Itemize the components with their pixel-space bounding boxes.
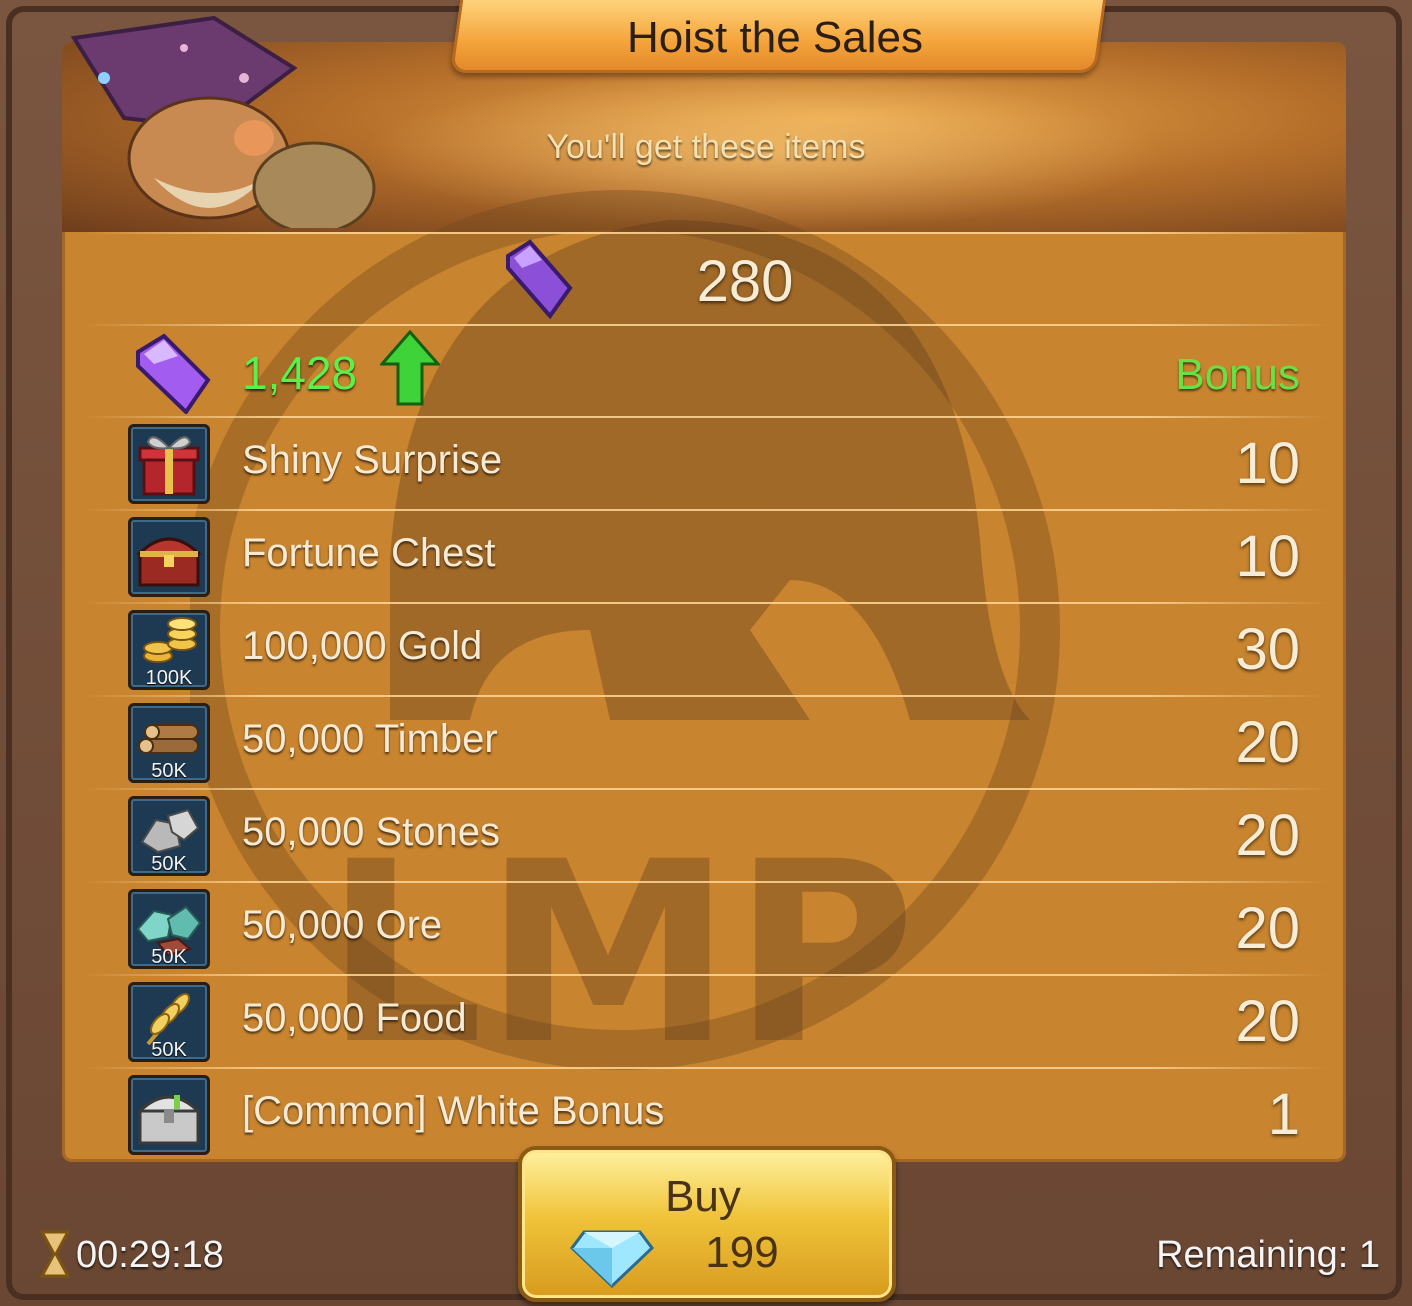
- item-count: 20: [1235, 803, 1300, 868]
- list-item: 100K 100,000 Gold 30: [128, 606, 1300, 694]
- buy-price: 199: [705, 1228, 779, 1277]
- purple-gem-icon: [136, 333, 211, 414]
- item-count: 20: [1235, 896, 1300, 961]
- divider: [80, 416, 1330, 418]
- remaining-count: Remaining: 1: [1156, 1234, 1380, 1276]
- list-item: Shiny Surprise 10: [128, 420, 1300, 508]
- item-name: 50,000 Timber: [242, 717, 498, 761]
- list-item: 50K 50,000 Food 20: [128, 978, 1300, 1066]
- divider: [80, 232, 1330, 234]
- divider: [80, 974, 1330, 976]
- ore-icon: 50K: [128, 889, 210, 969]
- item-quantity-badge: 50K: [151, 946, 187, 968]
- buy-button-label: Buy: [665, 1172, 741, 1221]
- list-item: 50K 50,000 Stones 20: [128, 792, 1300, 880]
- hourglass-icon: [39, 1230, 71, 1278]
- item-count: 10: [1235, 431, 1300, 496]
- item-name: Fortune Chest: [242, 531, 496, 575]
- wheat-icon: 50K: [128, 982, 210, 1062]
- timber-logs-icon: 50K: [128, 703, 210, 783]
- item-quantity-badge: 50K: [151, 1039, 187, 1061]
- list-item: 50K 50,000 Timber 20: [128, 699, 1300, 787]
- wizard-illustration: [70, 15, 376, 228]
- item-name: 50,000 Ore: [242, 903, 443, 947]
- item-name: 100,000 Gold: [242, 624, 483, 668]
- item-name: 50,000 Food: [242, 996, 467, 1040]
- list-item: Fortune Chest 10: [128, 513, 1300, 601]
- divider: [80, 509, 1330, 511]
- list-item: 50K 50,000 Ore 20: [128, 885, 1300, 973]
- dialog-subtitle: You'll get these items: [546, 128, 866, 166]
- stones-icon: 50K: [128, 796, 210, 876]
- item-count: 10: [1235, 524, 1300, 589]
- bonus-gems-value: 1,428: [242, 347, 358, 399]
- silver-chest-icon: [128, 1075, 210, 1155]
- divider: [80, 695, 1330, 697]
- divider: [80, 788, 1330, 790]
- gift-box-icon: [128, 424, 210, 504]
- gem-price: 280: [696, 249, 794, 314]
- countdown-timer: 00:29:18: [76, 1234, 224, 1276]
- item-count: 30: [1235, 617, 1300, 682]
- item-name: 50,000 Stones: [242, 810, 500, 854]
- item-count: 1: [1267, 1082, 1300, 1147]
- diamond-icon: [570, 1230, 654, 1288]
- treasure-chest-icon: [128, 517, 210, 597]
- divider: [80, 1067, 1330, 1069]
- divider: [80, 324, 1330, 326]
- divider: [80, 602, 1330, 604]
- item-quantity-badge: 50K: [151, 760, 187, 782]
- item-count: 20: [1235, 710, 1300, 775]
- up-arrow-icon: [380, 330, 440, 406]
- item-quantity-badge: 100K: [145, 667, 193, 689]
- item-count: 20: [1235, 989, 1300, 1054]
- gold-coins-icon: 100K: [128, 610, 210, 690]
- divider: [80, 881, 1330, 883]
- item-quantity-badge: 50K: [151, 853, 187, 875]
- bonus-column-header: Bonus: [1175, 350, 1300, 399]
- item-name: Shiny Surprise: [242, 438, 503, 482]
- buy-button[interactable]: Buy 199: [518, 1146, 896, 1302]
- purple-gem-icon: [506, 239, 573, 320]
- dialog-title: Hoist the Sales: [627, 13, 923, 62]
- item-name: [Common] White Bonus: [242, 1089, 665, 1133]
- offer-dialog: Hoist the Sales You'll get these items L…: [0, 0, 1412, 1306]
